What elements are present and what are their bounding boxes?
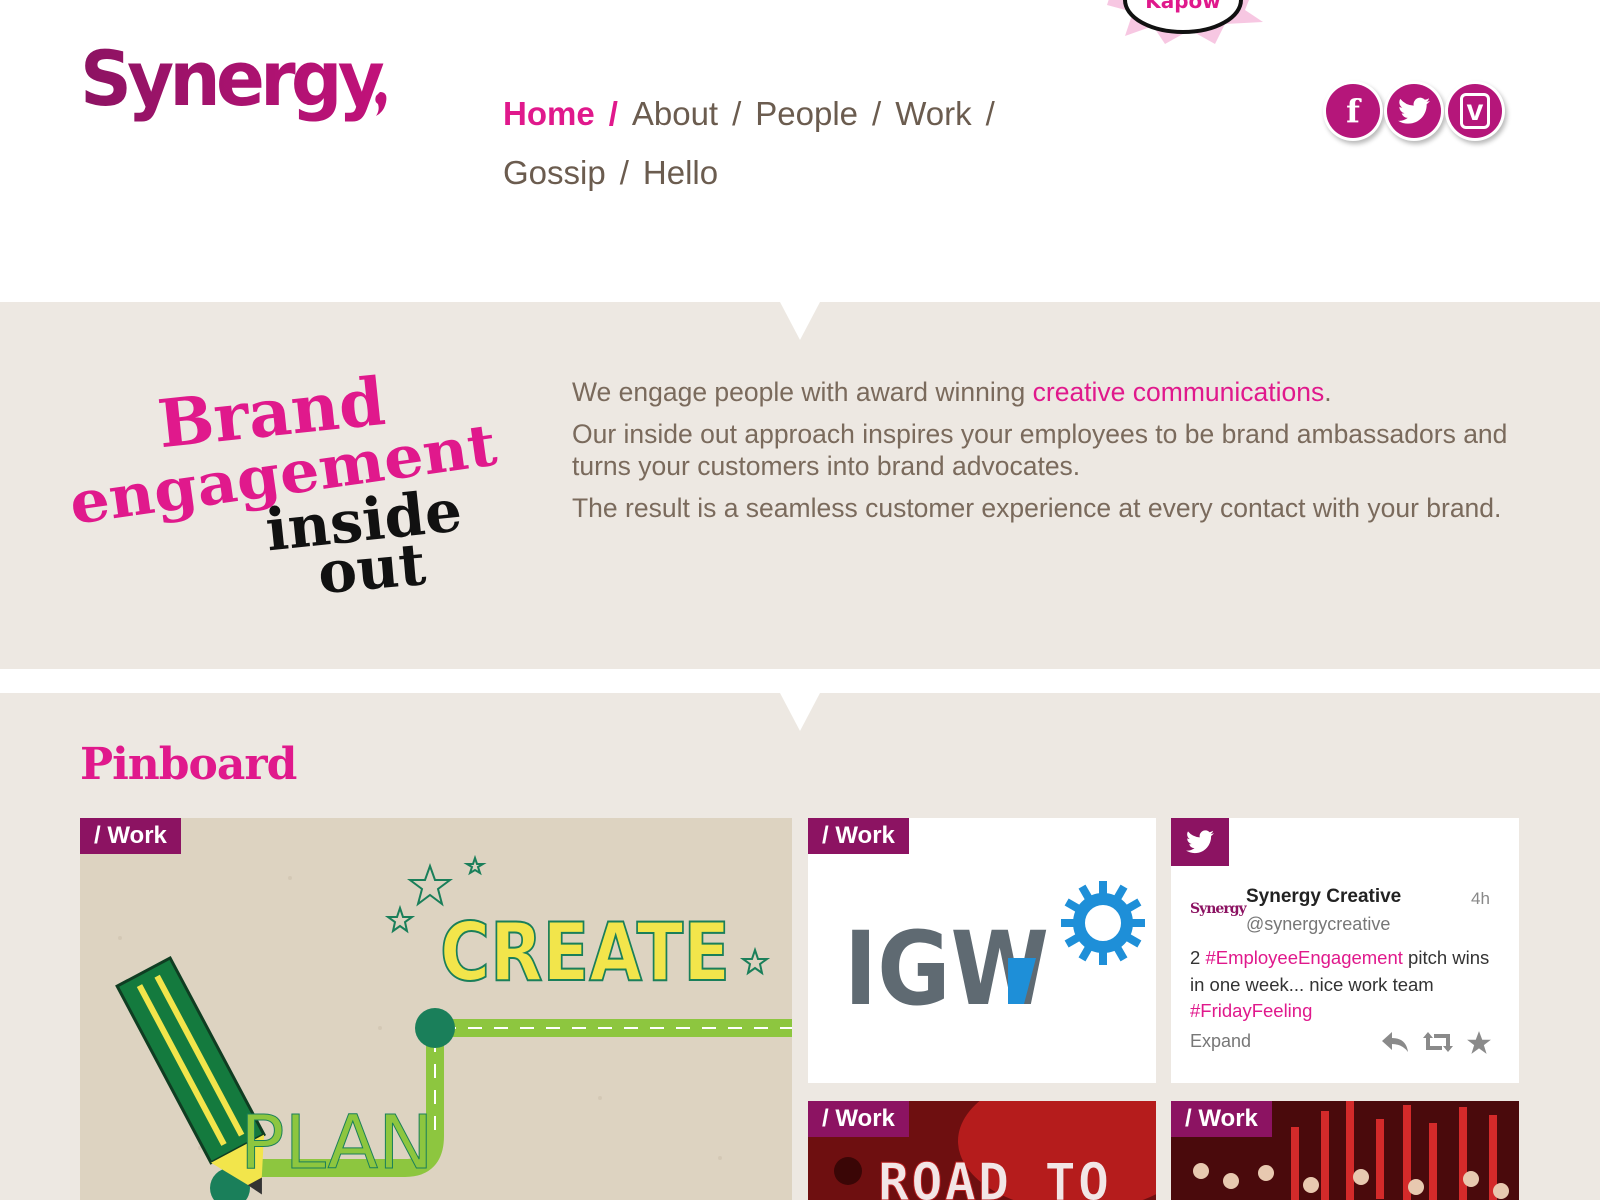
intro-paragraph-2: Our inside out approach inspires your em… <box>572 419 1508 481</box>
tweet-avatar[interactable]: Synergy <box>1190 901 1247 917</box>
intro-copy: We engage people with award winning crea… <box>572 376 1512 534</box>
kapow-badge: Kapow <box>1107 0 1263 44</box>
tweet-author-name[interactable]: Synergy Creative <box>1246 886 1401 908</box>
kapow-text: Kapow <box>1145 0 1221 13</box>
band-pointer <box>780 693 820 731</box>
plan-word: PLAN <box>240 1100 434 1186</box>
intro-paragraph-3: The result is a seamless customer experi… <box>572 493 1502 523</box>
card-category-tag[interactable]: / Work <box>808 818 909 854</box>
pinboard-card-road-to[interactable]: / Work ROAD TO <box>808 1101 1156 1200</box>
nav-separator: / <box>732 95 742 132</box>
nav-separator: / <box>985 95 995 132</box>
nav-separator: / <box>608 95 618 132</box>
pinboard-card-create[interactable]: / Work CREATE PLAN <box>80 818 792 1200</box>
twitter-tag <box>1171 818 1229 866</box>
main-nav: Home / About / People / Work / Gossip / Hello <box>503 84 1063 202</box>
nav-people[interactable]: People <box>755 95 858 132</box>
twitter-icon <box>1398 97 1430 124</box>
twitter-button[interactable] <box>1387 84 1441 138</box>
nav-separator: / <box>619 154 629 191</box>
facebook-button[interactable]: f <box>1326 84 1380 138</box>
create-word: CREATE <box>440 906 730 999</box>
tagline-graphic: Brand engagement inside out <box>68 362 501 595</box>
nav-gossip[interactable]: Gossip <box>503 154 606 191</box>
retweet-icon[interactable] <box>1422 1030 1454 1054</box>
card-category-tag[interactable]: / Work <box>1171 1101 1272 1137</box>
create-plan-illustration: CREATE PLAN <box>80 818 792 1200</box>
reply-icon[interactable] <box>1380 1030 1410 1054</box>
facebook-icon: f <box>1346 92 1360 130</box>
nav-about[interactable]: About <box>632 95 718 132</box>
road-to-word: ROAD TO <box>878 1153 1111 1200</box>
vimeo-icon: v <box>1459 93 1491 129</box>
intro-text: . <box>1324 377 1332 407</box>
intro-text: We engage people with award winning <box>572 377 1033 407</box>
hashtag-link[interactable]: #FridayFeeling <box>1190 1000 1312 1021</box>
twitter-icon <box>1186 830 1214 854</box>
intro-paragraph-1: We engage people with award winning crea… <box>572 376 1512 408</box>
nav-hello[interactable]: Hello <box>643 154 718 191</box>
nav-work[interactable]: Work <box>895 95 971 132</box>
igw-logo: IGW <box>844 881 1145 1029</box>
tweet-timestamp[interactable]: 4h <box>1471 889 1490 909</box>
creative-communications-link[interactable]: creative communications <box>1033 377 1325 407</box>
tagline-line-4: out <box>315 530 428 595</box>
nav-home[interactable]: Home <box>503 95 595 132</box>
synergy-logo[interactable]: Synergy <box>80 30 400 140</box>
tweet-text-part: 2 <box>1190 947 1206 968</box>
pinboard-title: Pinboard <box>80 739 297 790</box>
nav-separator: / <box>872 95 882 132</box>
pinboard-card-audience[interactable]: / Work <box>1171 1101 1519 1200</box>
tweet-expand-link[interactable]: Expand <box>1190 1031 1251 1052</box>
tweet-author-handle[interactable]: @synergycreative <box>1246 914 1390 935</box>
card-category-tag[interactable]: / Work <box>80 818 181 854</box>
hashtag-link[interactable]: #EmployeeEngagement <box>1205 947 1402 968</box>
favorite-star-icon[interactable] <box>1466 1030 1492 1056</box>
vimeo-button[interactable]: v <box>1448 84 1502 138</box>
pinboard-card-igw[interactable]: / Work IGW <box>808 818 1156 1083</box>
card-category-tag[interactable]: / Work <box>808 1101 909 1137</box>
tweet-text: 2 #EmployeeEngagement pitch wins in one … <box>1190 945 1490 1025</box>
band-pointer <box>780 302 820 340</box>
logo-text: Synergy <box>80 34 384 123</box>
